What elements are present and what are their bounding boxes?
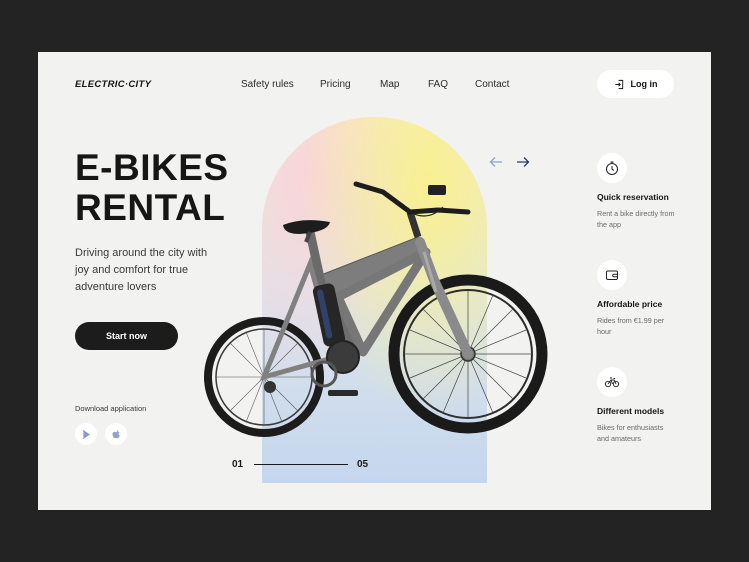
feature-description: Bikes for enthusiasts and amateurs	[597, 423, 664, 443]
pager-current: 01	[232, 459, 244, 470]
feature-icon-wrap	[597, 153, 627, 183]
login-button[interactable]: Log in	[597, 70, 674, 98]
arrow-left-icon[interactable]	[489, 156, 503, 168]
landing-page: ELECTRIC·CITY Safety rules Pricing Map F…	[38, 52, 711, 510]
download-label: Download application	[75, 404, 147, 413]
app-store-button[interactable]	[105, 423, 127, 445]
nav-map[interactable]: Map	[380, 79, 399, 90]
hero-gradient-arch	[262, 117, 487, 483]
apple-icon	[112, 429, 120, 438]
login-label: Log in	[630, 79, 658, 89]
feature-icon-wrap	[597, 367, 627, 397]
feature-description: Rides from €1.99 per hour	[597, 316, 665, 336]
wallet-icon	[606, 270, 618, 280]
feature-quick-reservation: Quick reservation Rent a bike directly f…	[597, 153, 707, 230]
google-play-button[interactable]	[75, 423, 97, 445]
clock-icon	[606, 161, 618, 175]
feature-affordable-price: Affordable price Rides from €1.99 per ho…	[597, 260, 707, 337]
start-now-button[interactable]: Start now	[75, 322, 178, 350]
pager-progress-line	[254, 464, 348, 465]
nav-faq[interactable]: FAQ	[428, 79, 448, 90]
nav-pricing[interactable]: Pricing	[320, 79, 351, 90]
hero-title-line1: E-BIKES	[75, 147, 229, 188]
google-play-icon	[82, 429, 90, 439]
hero-description: Driving around the city with joy and com…	[75, 247, 208, 293]
nav-safety-rules[interactable]: Safety rules	[241, 79, 294, 90]
pager-total: 05	[357, 459, 369, 470]
login-icon	[614, 79, 623, 89]
brand-logo[interactable]: ELECTRIC·CITY	[75, 79, 151, 90]
bike-icon	[604, 377, 620, 388]
hero-title-line2: RENTAL	[75, 187, 226, 228]
nav-contact[interactable]: Contact	[475, 79, 509, 90]
feature-title: Quick reservation	[597, 192, 669, 202]
feature-icon-wrap	[597, 260, 627, 290]
feature-different-models: Different models Bikes for enthusiasts a…	[597, 367, 707, 444]
feature-description: Rent a bike directly from the app	[597, 209, 675, 229]
feature-title: Different models	[597, 406, 665, 416]
feature-title: Affordable price	[597, 299, 663, 309]
arrow-right-icon[interactable]	[516, 156, 530, 168]
hero-title: E-BIKES RENTAL	[75, 148, 229, 228]
